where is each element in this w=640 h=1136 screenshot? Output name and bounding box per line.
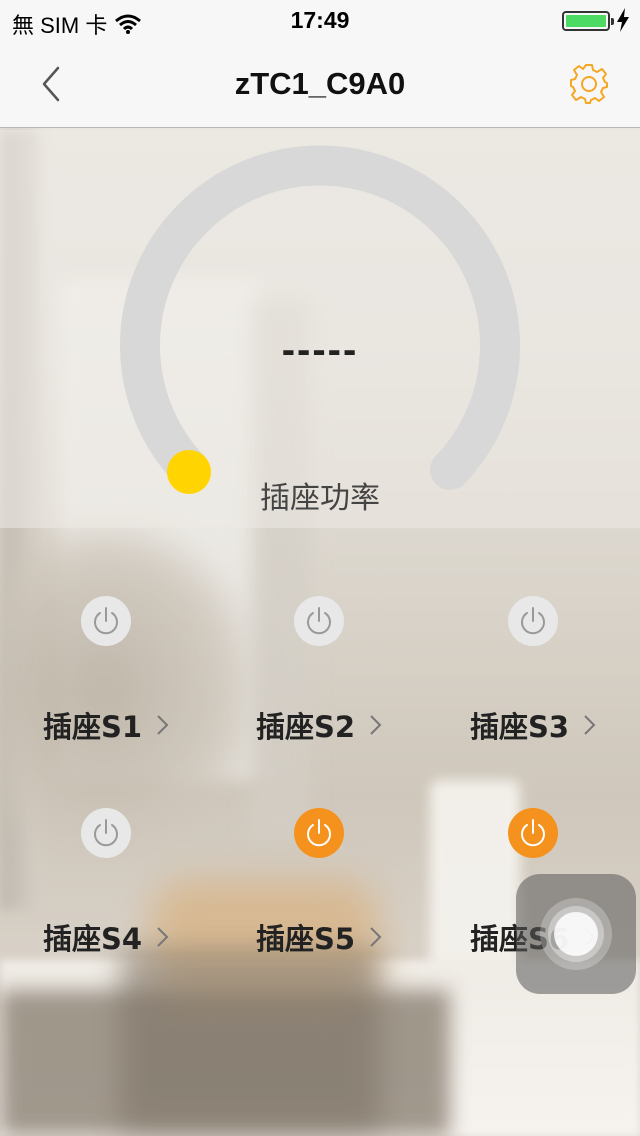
socket-name: 插座S3	[469, 710, 570, 744]
socket-s2[interactable]: 插座S2	[213, 596, 426, 796]
socket-link-s4[interactable]: 插座S4	[0, 916, 213, 958]
socket-name: 插座S1	[42, 710, 143, 744]
socket-s1[interactable]: 插座S1	[0, 596, 213, 796]
socket-s4[interactable]: 插座S4	[0, 808, 213, 1008]
power-button-s2[interactable]	[294, 596, 344, 646]
battery-icon	[562, 11, 614, 31]
socket-link-s5[interactable]: 插座S5	[213, 916, 426, 958]
chevron-right-icon	[584, 715, 596, 735]
page-title: zTC1_C9A0	[234, 66, 406, 101]
power-button-s1[interactable]	[81, 596, 131, 646]
socket-link-s1[interactable]: 插座S1	[0, 704, 213, 746]
power-icon	[307, 607, 331, 635]
chevron-right-icon	[370, 715, 382, 735]
power-button-s4[interactable]	[81, 808, 131, 858]
status-time: 17:49	[290, 7, 350, 33]
power-gauge: ----- 插座功率	[0, 128, 640, 528]
socket-name: 插座S5	[255, 922, 356, 956]
gear-icon[interactable]	[568, 62, 610, 104]
power-icon	[94, 819, 118, 847]
chevron-right-icon	[370, 927, 382, 947]
status-bar: 無 SIM 卡 17:49	[0, 0, 640, 40]
chevron-right-icon	[157, 715, 169, 735]
socket-s5[interactable]: 插座S5	[213, 808, 426, 1008]
power-icon	[521, 607, 545, 635]
navigation-bar: zTC1_C9A0	[0, 40, 640, 128]
power-icon	[307, 819, 331, 847]
power-label: 插座功率	[260, 481, 380, 516]
socket-link-s2[interactable]: 插座S2	[213, 704, 426, 746]
socket-link-s3[interactable]: 插座S3	[427, 704, 640, 746]
charging-icon	[617, 8, 629, 32]
power-button-s3[interactable]	[508, 596, 558, 646]
power-icon	[94, 607, 118, 635]
socket-s3[interactable]: 插座S3	[427, 596, 640, 796]
power-value: -----	[281, 328, 359, 372]
assistive-touch-button[interactable]	[516, 874, 636, 994]
socket-name: 插座S2	[255, 710, 356, 744]
chevron-right-icon	[157, 927, 169, 947]
socket-name: 插座S4	[42, 922, 143, 956]
power-icon	[521, 819, 545, 847]
power-button-s6[interactable]	[508, 808, 558, 858]
gauge-track	[120, 145, 520, 490]
power-button-s5[interactable]	[294, 808, 344, 858]
